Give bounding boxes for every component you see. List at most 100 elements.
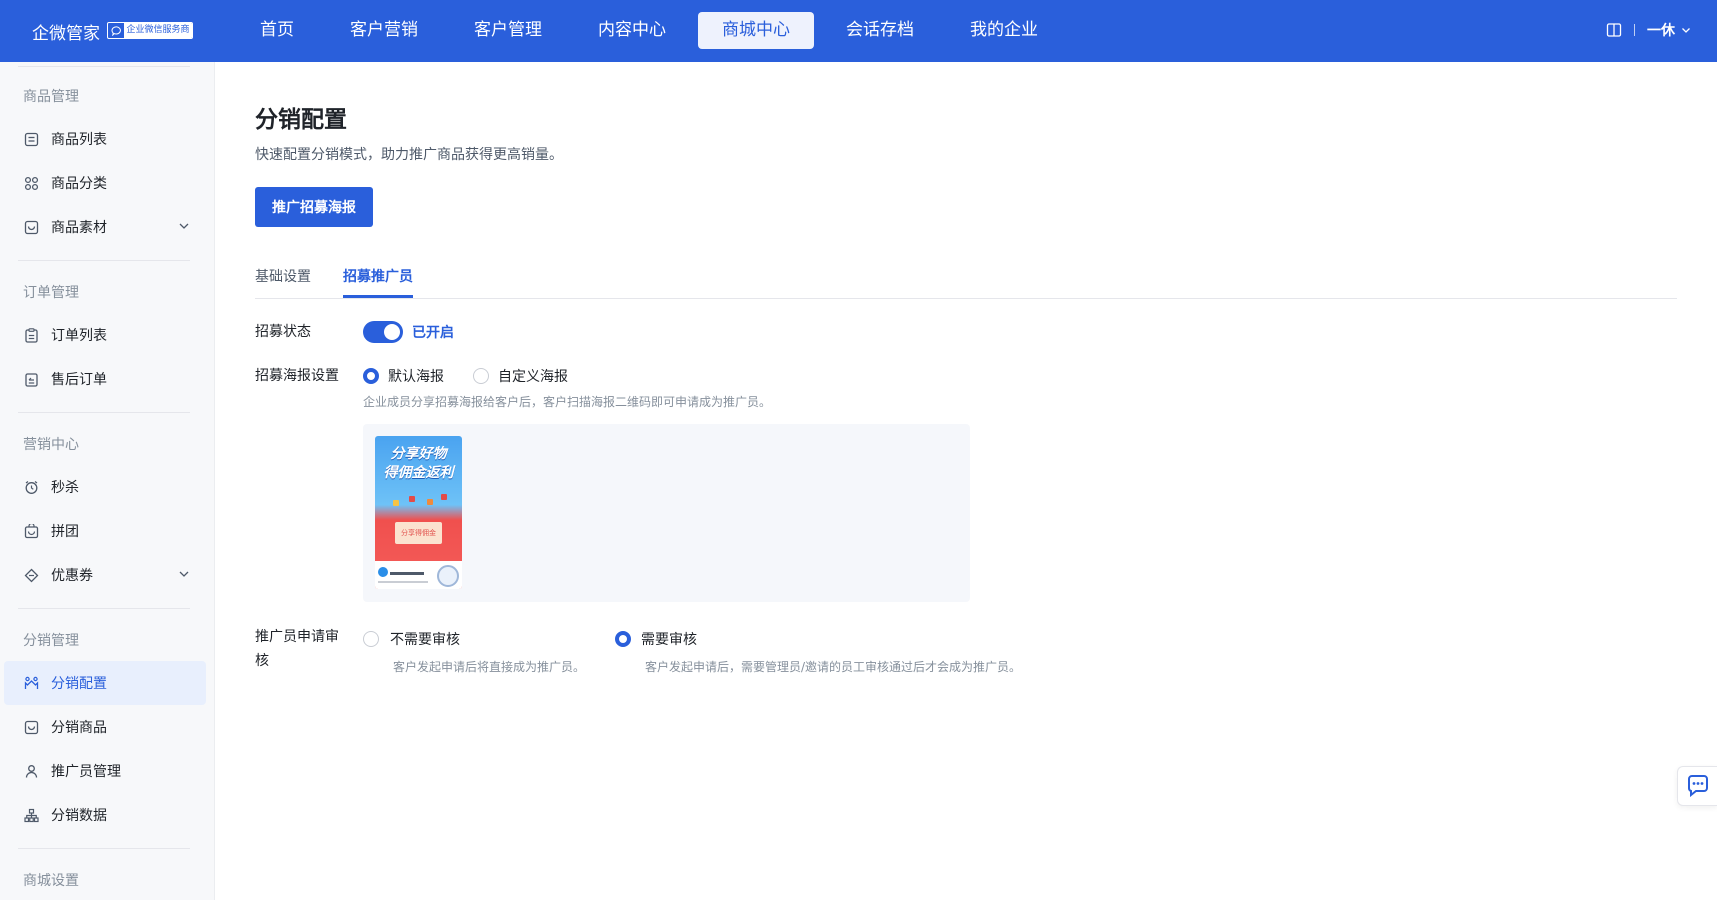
sidebar-item-label: 拼团 bbox=[51, 524, 79, 540]
distribution-config-icon bbox=[23, 675, 39, 691]
confetti-shape bbox=[441, 494, 447, 500]
sidebar-item-after-sale[interactable]: 售后订单 bbox=[4, 357, 206, 401]
sidebar-item-coupon[interactable]: 优惠券 bbox=[4, 553, 206, 597]
user-name[interactable]: 一休 bbox=[1647, 20, 1675, 40]
tabs-divider bbox=[255, 298, 1677, 299]
radio-need-review[interactable]: 需要审核 bbox=[615, 629, 697, 649]
book-icon[interactable] bbox=[1606, 22, 1622, 38]
poster-preview-area: 分享好物 得佣金返利 分享得佣金 bbox=[363, 424, 970, 602]
sidebar-group-goods: 商品管理 bbox=[23, 89, 79, 105]
list-icon bbox=[23, 131, 39, 147]
brand-badge-text: 企业微信服务商 bbox=[124, 23, 192, 38]
divider bbox=[1634, 24, 1635, 36]
page-title: 分销配置 bbox=[255, 107, 347, 133]
radio-label: 不需要审核 bbox=[390, 632, 460, 648]
switch-knob bbox=[384, 324, 400, 340]
sidebar-item-label: 售后订单 bbox=[51, 372, 107, 388]
sidebar-item-flash-sale[interactable]: 秒杀 bbox=[4, 465, 206, 509]
recruit-status-text: 已开启 bbox=[412, 325, 454, 341]
poster-headline-1: 分享好物 bbox=[390, 446, 447, 462]
promoter-icon bbox=[23, 763, 39, 779]
nav-home[interactable]: 首页 bbox=[236, 12, 318, 49]
sidebar-item-distribution-config[interactable]: 分销配置 bbox=[4, 661, 206, 705]
radio-dot bbox=[363, 631, 379, 647]
top-navigation-bar: 企微管家 企业微信服务商 首页 客户营销 客户管理 内容中心 商城中心 会话存档… bbox=[0, 0, 1717, 62]
tab-recruit-promoters[interactable]: 招募推广员 bbox=[343, 266, 413, 296]
category-icon bbox=[23, 175, 39, 191]
material-icon bbox=[23, 219, 39, 235]
sidebar-item-goods-list[interactable]: 商品列表 bbox=[4, 117, 206, 161]
poster-headline-2: 得佣金返利 bbox=[383, 465, 454, 481]
group-buy-icon bbox=[23, 523, 39, 539]
poster-footer-line bbox=[390, 572, 424, 575]
sidebar-item-label: 商品列表 bbox=[51, 132, 107, 148]
sidebar-item-label: 分销数据 bbox=[51, 808, 107, 824]
sidebar-item-distribution-goods[interactable]: 分销商品 bbox=[4, 705, 206, 749]
sidebar-item-label: 推广员管理 bbox=[51, 764, 121, 780]
radio-default-poster[interactable]: 默认海报 bbox=[363, 366, 444, 386]
order-icon bbox=[23, 327, 39, 343]
divider bbox=[18, 848, 190, 849]
chevron-down-icon[interactable] bbox=[178, 568, 190, 580]
recruit-status-label: 招募状态 bbox=[255, 324, 311, 340]
poster-logo bbox=[378, 567, 388, 577]
sidebar-group-marketing: 营销中心 bbox=[23, 437, 79, 453]
sidebar-item-label: 分销配置 bbox=[51, 676, 107, 692]
sidebar-item-label: 商品分类 bbox=[51, 176, 107, 192]
page-description: 快速配置分销模式，助力推广商品获得更高销量。 bbox=[255, 147, 563, 163]
confetti-shape bbox=[427, 499, 433, 505]
poster-footer-line bbox=[378, 581, 428, 583]
poster-box-text: 分享得佣金 bbox=[401, 529, 436, 537]
poster-hint: 企业成员分享招募海报给客户后，客户扫描海报二维码即可申请成为推广员。 bbox=[363, 395, 772, 409]
radio-label: 自定义海报 bbox=[498, 369, 568, 385]
sidebar-group-mall-settings: 商城设置 bbox=[23, 873, 79, 889]
sidebar-item-goods-category[interactable]: 商品分类 bbox=[4, 161, 206, 205]
nav-content-center[interactable]: 内容中心 bbox=[574, 12, 690, 49]
main-nav: 首页 客户营销 客户管理 内容中心 商城中心 会话存档 我的企业 bbox=[236, 12, 1070, 49]
confetti-shape bbox=[393, 500, 399, 506]
radio-custom-poster[interactable]: 自定义海报 bbox=[473, 366, 568, 386]
nav-my-enterprise[interactable]: 我的企业 bbox=[946, 12, 1062, 49]
chevron-down-icon[interactable] bbox=[1681, 25, 1691, 35]
radio-dot bbox=[615, 631, 631, 647]
radio-label: 默认海报 bbox=[388, 369, 444, 385]
tab-basic-settings[interactable]: 基础设置 bbox=[255, 266, 311, 296]
divider bbox=[18, 412, 190, 413]
chat-bubble-icon bbox=[1686, 775, 1710, 797]
distribution-goods-icon bbox=[23, 719, 39, 735]
main-content: 分销配置 快速配置分销模式，助力推广商品获得更高销量。 推广招募海报 基础设置 … bbox=[216, 62, 1717, 900]
brand-name[interactable]: 企微管家 bbox=[32, 19, 100, 44]
poster-settings-label: 招募海报设置 bbox=[255, 368, 339, 384]
data-tree-icon bbox=[23, 807, 39, 823]
divider bbox=[18, 260, 190, 261]
after-sale-icon bbox=[23, 371, 39, 387]
sidebar-item-order-list[interactable]: 订单列表 bbox=[4, 313, 206, 357]
confetti-shape bbox=[409, 496, 415, 502]
sidebar-item-group-buy[interactable]: 拼团 bbox=[4, 509, 206, 553]
sidebar-item-promoter-management[interactable]: 推广员管理 bbox=[4, 749, 206, 793]
divider bbox=[18, 66, 190, 67]
recruit-poster-button[interactable]: 推广招募海报 bbox=[255, 187, 373, 227]
nav-mall-center[interactable]: 商城中心 bbox=[698, 12, 814, 49]
nav-customer-marketing[interactable]: 客户营销 bbox=[326, 12, 442, 49]
chevron-down-icon[interactable] bbox=[178, 220, 190, 232]
radio-dot bbox=[473, 368, 489, 384]
sidebar-group-orders: 订单管理 bbox=[23, 285, 79, 301]
review-label: 推广员申请审核 bbox=[255, 629, 339, 669]
radio-no-review[interactable]: 不需要审核 bbox=[363, 629, 460, 649]
sidebar-item-goods-material[interactable]: 商品素材 bbox=[4, 205, 206, 249]
sidebar-item-distribution-data[interactable]: 分销数据 bbox=[4, 793, 206, 837]
brand-badge: 企业微信服务商 bbox=[107, 22, 193, 39]
default-poster-thumbnail[interactable]: 分享好物 得佣金返利 分享得佣金 bbox=[375, 436, 462, 589]
sidebar-item-label: 订单列表 bbox=[51, 328, 107, 344]
sidebar: 商品管理 商品列表 商品分类 商品素材 订单管理 订单列表 售后订单 营销中心 … bbox=[0, 62, 215, 900]
customer-service-button[interactable] bbox=[1677, 766, 1717, 806]
active-tab-indicator bbox=[343, 295, 413, 298]
coupon-icon bbox=[23, 567, 39, 583]
divider bbox=[18, 608, 190, 609]
chat-bubble-icon bbox=[108, 23, 124, 38]
nav-chat-archive[interactable]: 会话存档 bbox=[822, 12, 938, 49]
sidebar-item-label: 优惠券 bbox=[51, 568, 93, 584]
nav-customer-management[interactable]: 客户管理 bbox=[450, 12, 566, 49]
recruit-status-switch[interactable] bbox=[363, 321, 403, 343]
